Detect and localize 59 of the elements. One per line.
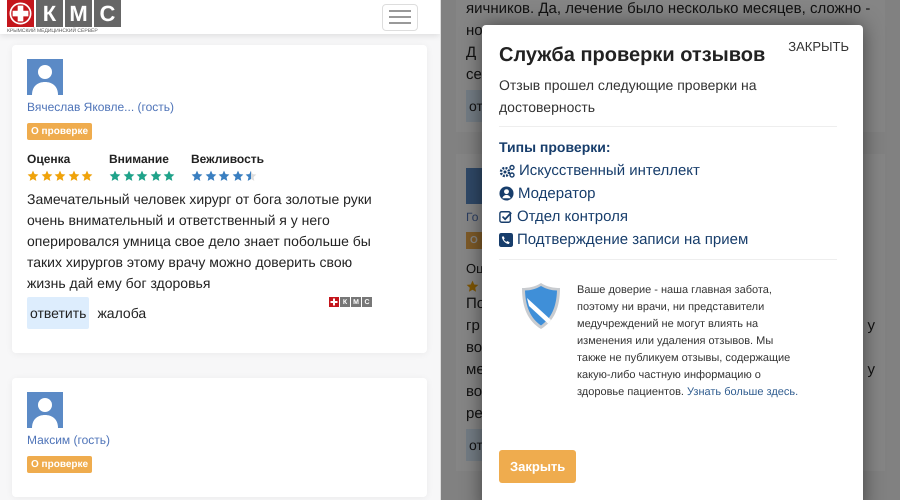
logo-letter: К <box>36 0 63 27</box>
phone-icon <box>499 232 513 246</box>
gears-icon <box>499 164 515 178</box>
check-type-link[interactable]: Отдел контроля <box>517 205 628 228</box>
review-text: яичников. Да, лечение было несколько месяцев, сложно - <box>466 0 870 19</box>
user-circle-icon <box>499 186 514 201</box>
star-icon <box>40 170 52 182</box>
close-button[interactable]: ЗАКРЫТЬ <box>788 39 849 54</box>
review-text: се <box>466 65 482 85</box>
star-icon <box>68 170 80 182</box>
star-icon <box>204 170 216 182</box>
review-text: во <box>466 382 482 402</box>
complaint-button[interactable]: жалоба <box>94 297 150 329</box>
check-type-link[interactable]: Подтверждение записи на прием <box>517 228 748 251</box>
shield-icon <box>521 282 561 330</box>
review-text: Замечательный человек хирург от бога золотые руки очень внимательный и ответственный я у него оперировался умница свое дело знает побольше бы таких хирургов этому врачу можно доверить свою жизнь дай ему бог здоровья <box>27 190 373 293</box>
avatar-silhouette-icon <box>27 392 63 428</box>
modal-intro-text: Отзыв прошел следующие проверки на достоверность <box>499 76 758 117</box>
logo-letter: М <box>65 0 92 27</box>
trust-notice-text: Ваше доверие - наша главная забота, поэтому ни врачи, ни представители медучреждений не могут влиять на изменения или удаления отзывов. Мы также не публикуем отзывы, содержащие какую-либо частную информацию о здоровье пациентов. Узнать больше здесь. <box>577 283 800 400</box>
rating-label: Вежливость <box>191 152 266 166</box>
menu-icon <box>389 10 411 24</box>
learn-more-link[interactable]: Узнать больше здесь. <box>687 386 798 398</box>
review-text: Д <box>466 43 476 63</box>
star-icon <box>218 170 230 182</box>
star-icon <box>232 170 244 182</box>
star-icon <box>136 170 148 182</box>
star-icon <box>81 170 93 182</box>
verification-badge: О <box>466 232 482 249</box>
author-name: Го <box>466 210 478 224</box>
rating-label: Оценка <box>27 152 72 166</box>
author-name[interactable]: Вячеслав Яковле... (гость) <box>27 100 174 114</box>
checks-heading: Типы проверки: <box>499 139 611 155</box>
review-text: у <box>868 316 875 336</box>
modal-title: Служба проверки отзывов <box>499 44 766 67</box>
star-icon <box>109 170 121 182</box>
review-text: во <box>466 338 482 358</box>
star-icon <box>54 170 66 182</box>
review-text: но <box>466 21 483 41</box>
reply-button[interactable]: ответить <box>27 297 90 329</box>
review-text: ре <box>466 404 483 424</box>
rating-label: Внимание <box>109 152 170 166</box>
star-icon <box>122 170 134 182</box>
review-text: гр <box>466 316 480 336</box>
star-icon <box>150 170 162 182</box>
checkbox-icon <box>499 210 513 224</box>
avatar-silhouette-icon <box>27 59 63 95</box>
medical-cross-icon <box>329 297 339 307</box>
menu-button[interactable] <box>382 4 418 30</box>
check-type-link[interactable]: Искусственный интеллект <box>519 159 700 182</box>
star-icon <box>466 280 479 293</box>
author-name[interactable]: Максим (гость) <box>27 433 110 447</box>
star-icon <box>191 170 203 182</box>
star-icon <box>163 170 175 182</box>
star-icon <box>27 170 39 182</box>
review-text: у <box>868 360 875 380</box>
star-icon <box>245 170 257 182</box>
logo-letter: С <box>94 0 121 27</box>
check-type-link[interactable]: Модератор <box>518 182 596 205</box>
